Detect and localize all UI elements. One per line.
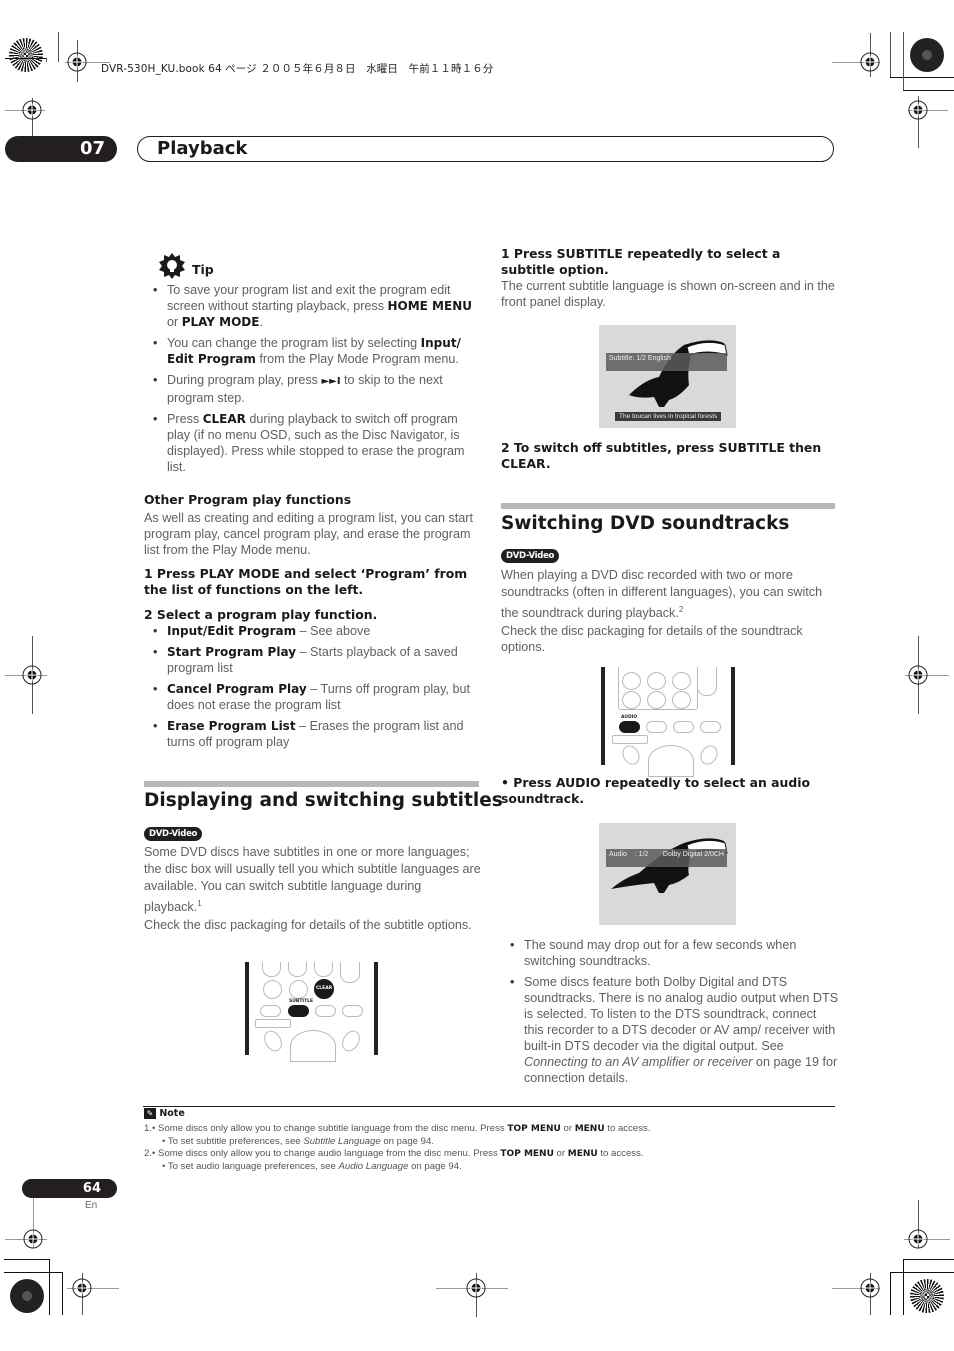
registration-mark-icon: [908, 1229, 928, 1249]
subtitle-screen-illustration: Subtitle: 1/2 English The toucan lives i…: [599, 325, 736, 428]
soundtrack-note: Some discs feature both Dolby Digital an…: [501, 974, 839, 1086]
soundtrack-note: The sound may drop out for a few seconds…: [501, 937, 839, 969]
soundtracks-section-title: Switching DVD soundtracks: [501, 513, 790, 534]
tip-item: You can change the program list by selec…: [144, 335, 482, 367]
page-language: En: [85, 1200, 98, 1211]
function-item: Erase Program List – Erases the program …: [144, 718, 482, 750]
note-subitem: • To set subtitle preferences, see Subti…: [162, 1135, 435, 1147]
subtitles-check-packaging: Check the disc packaging for details of …: [144, 918, 472, 932]
remote-illustration-audio: AUDIO: [601, 667, 735, 777]
note-item: 1.• Some discs only allow you to change …: [144, 1123, 651, 1134]
function-item: Input/Edit Program – See above: [144, 623, 482, 639]
tip-item: To save your program list and exit the p…: [144, 282, 482, 330]
subtitles-section-title: Displaying and switching subtitles: [144, 790, 503, 811]
step-2-select-function: 2 Select a program play function.: [144, 607, 378, 622]
color-target-icon: [9, 38, 43, 72]
registration-mark-icon: [908, 100, 928, 120]
function-item: Start Program Play – Starts playback of …: [144, 644, 482, 676]
tip-item: During program play, press ►►I to skip t…: [144, 372, 482, 406]
audio-osd: Audio : 1/2 Dolby Digital 2/0CH: [606, 849, 727, 867]
program-functions-list: Input/Edit Program – See above Start Pro…: [144, 623, 482, 755]
color-target-icon: [10, 1279, 44, 1313]
page-number: 64: [22, 1179, 117, 1198]
lightbulb-tip-icon: [159, 253, 185, 279]
note-list: 1.• Some discs only allow you to change …: [144, 1123, 844, 1173]
skip-next-icon: ►►I: [321, 376, 341, 387]
tip-label: Tip: [192, 262, 214, 277]
subtitle-caption: The toucan lives in tropical forests: [615, 412, 722, 421]
function-item: Cancel Program Play – Turns off program …: [144, 681, 482, 713]
soundtracks-check-packaging: Check the disc packaging for details of …: [501, 624, 803, 654]
note-divider: [143, 1106, 835, 1107]
registration-mark-icon: [466, 1278, 486, 1298]
tip-list: To save your program list and exit the p…: [144, 282, 482, 480]
pencil-note-icon: ✎: [144, 1108, 156, 1119]
toucan-illustration: [611, 838, 728, 893]
section-divider: [144, 781, 479, 787]
registration-mark-icon: [23, 1229, 43, 1249]
dvd-video-badge: DVD-Video: [144, 827, 203, 841]
registration-mark-icon: [72, 1278, 92, 1298]
subtitles-intro: Some DVD discs have subtitles in one or …: [144, 845, 481, 915]
chapter-title: Playback: [157, 138, 248, 159]
soundtracks-intro: When playing a DVD disc recorded with tw…: [501, 568, 823, 621]
registration-mark-icon: [22, 665, 42, 685]
chapter-number: 07: [5, 136, 117, 162]
subtitle-osd: Subtitle: 1/2 English: [606, 353, 727, 371]
color-target-icon: [910, 38, 944, 72]
registration-mark-icon: [860, 1278, 880, 1298]
subtitle-step-1-desc: The current subtitle language is shown o…: [501, 279, 835, 309]
registration-mark-icon: [22, 100, 42, 120]
color-target-icon: [910, 1279, 944, 1313]
tip-item: Press CLEAR during playback to switch of…: [144, 411, 482, 475]
note-subitem: • To set audio language preferences, see…: [162, 1160, 462, 1172]
note-item: 2.• Some discs only allow you to change …: [144, 1148, 644, 1159]
registration-mark-icon: [860, 52, 880, 72]
section-divider: [501, 503, 835, 509]
note-header: ✎ Note: [144, 1108, 185, 1119]
subtitle-step-1: 1 Press SUBTITLE repeatedly to select a …: [501, 246, 781, 277]
audio-button-icon: [619, 721, 640, 733]
dvd-video-badge: DVD-Video: [501, 549, 560, 563]
audio-screen-illustration: Audio : 1/2 Dolby Digital 2/0CH: [599, 823, 736, 925]
soundtrack-notes-list: The sound may drop out for a few seconds…: [501, 937, 839, 1091]
print-header-meta: DVR-530H_KU.book 64 ページ ２００５年６月８日 水曜日 午前…: [101, 63, 494, 75]
registration-mark-icon: [908, 665, 928, 685]
audio-step: • Press AUDIO repeatedly to select an au…: [501, 775, 810, 806]
other-functions-intro: As well as creating and editing a progra…: [144, 511, 473, 557]
subtitle-step-2: 2 To switch off subtitles, press SUBTITL…: [501, 440, 822, 471]
other-functions-heading: Other Program play functions: [144, 492, 352, 507]
remote-illustration-subtitle: CLEAR SUBTITLE: [245, 962, 378, 1062]
subtitle-button-icon: [288, 1005, 309, 1017]
registration-mark-icon: [67, 52, 87, 72]
step-1-play-mode: 1 Press PLAY MODE and select ‘Program’ f…: [144, 566, 468, 597]
